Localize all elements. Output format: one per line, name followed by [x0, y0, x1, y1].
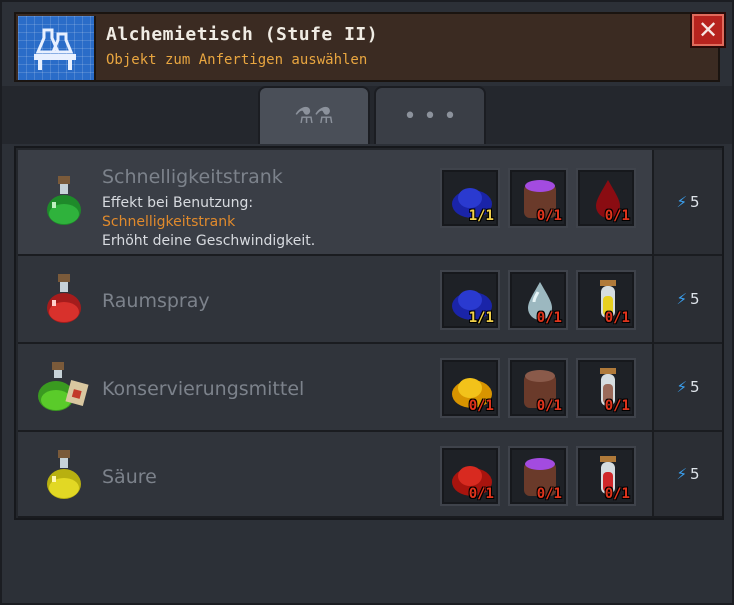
recipe-row-konservierungsmittel[interactable]: Konservierungsmittel 0/1 0/1 0/1 [18, 344, 652, 432]
recipe-row-raumspray[interactable]: Raumspray 1/1 0/1 0/1 [18, 256, 652, 344]
energy-bolt-icon: ⚡ [676, 465, 687, 483]
ingredient-qty: 0/1 [604, 486, 630, 502]
ingredient-slot[interactable]: 0/1 [440, 358, 500, 418]
recipe-name: Schnelligkeitstrank [102, 166, 283, 188]
ingredient-slot[interactable]: 0/1 [576, 270, 636, 330]
energy-cost: ⚡ 5 [652, 344, 722, 432]
description-line: Effekt bei Benutzung: [102, 195, 254, 211]
ingredient-qty: 1/1 [468, 208, 494, 224]
window-title: Alchemietisch (Stufe II) [106, 24, 379, 45]
ingredient-qty: 0/1 [536, 398, 562, 414]
ingredient-qty: 0/1 [536, 310, 562, 326]
close-button[interactable]: ✕ [690, 12, 726, 48]
more-dots-icon: • • • [403, 103, 457, 129]
energy-cost: ⚡ 5 [652, 256, 722, 344]
recipe-row-schnelligkeitstrank[interactable]: Schnelligkeitstrank Effekt bei Benutzung… [18, 150, 652, 256]
recipe-list: Schnelligkeitstrank Effekt bei Benutzung… [14, 146, 724, 520]
cost-value: 5 [690, 290, 700, 308]
tab-more[interactable]: • • • [374, 86, 486, 144]
ingredient-slot[interactable]: 0/1 [576, 168, 636, 228]
window-subtitle: Objekt zum Anfertigen auswählen [106, 52, 368, 68]
cost-value: 5 [690, 378, 700, 396]
window-footer [2, 522, 732, 603]
alchemy-table-icon [18, 16, 96, 80]
ingredient-slot[interactable]: 1/1 [440, 168, 500, 228]
ingredient-qty: 0/1 [604, 398, 630, 414]
cost-value: 5 [690, 193, 700, 211]
green-potion-icon [47, 176, 81, 225]
ingredient-qty: 0/1 [604, 208, 630, 224]
ingredient-slot[interactable]: 0/1 [576, 358, 636, 418]
anvil-tools-icon: ⚗⚗ [294, 103, 334, 129]
energy-cost: ⚡ 5 [652, 432, 722, 518]
ingredient-slot[interactable]: 0/1 [440, 446, 500, 506]
close-icon: ✕ [697, 16, 719, 44]
energy-bolt-icon: ⚡ [676, 378, 687, 396]
energy-bolt-icon: ⚡ [676, 193, 687, 211]
yellow-potion-icon [47, 450, 81, 499]
ingredient-qty: 0/1 [468, 398, 494, 414]
ingredient-qty: 0/1 [536, 208, 562, 224]
ingredient-slot[interactable]: 0/1 [508, 270, 568, 330]
recipe-name: Raumspray [102, 290, 210, 312]
ingredient-slot[interactable]: 0/1 [508, 358, 568, 418]
recipe-name: Konservierungsmittel [102, 378, 305, 400]
ingredient-slot[interactable]: 0/1 [576, 446, 636, 506]
description-line: Erhöht deine Geschwindigkeit. [102, 233, 316, 249]
ingredient-qty: 1/1 [468, 310, 494, 326]
recipe-description: Effekt bei Benutzung: Schnelligkeitstran… [102, 194, 315, 251]
ingredient-slot[interactable]: 1/1 [440, 270, 500, 330]
recipe-name: Säure [102, 466, 157, 488]
ingredient-qty: 0/1 [536, 486, 562, 502]
ingredient-qty: 0/1 [604, 310, 630, 326]
ingredient-qty: 0/1 [468, 486, 494, 502]
window-header: Alchemietisch (Stufe II) Objekt zum Anfe… [14, 12, 720, 82]
red-potion-icon [47, 274, 81, 323]
ingredient-slot[interactable]: 0/1 [508, 446, 568, 506]
effect-name: Schnelligkeitstrank [102, 214, 236, 230]
recipe-row-saeure[interactable]: Säure 0/1 0/1 0/1 [18, 432, 652, 518]
energy-cost: ⚡ 5 [652, 150, 722, 256]
green-jars-icon [38, 362, 89, 411]
tab-tools[interactable]: ⚗⚗ [258, 86, 370, 144]
energy-bolt-icon: ⚡ [676, 290, 687, 308]
ingredient-slot[interactable]: 0/1 [508, 168, 568, 228]
cost-value: 5 [690, 465, 700, 483]
